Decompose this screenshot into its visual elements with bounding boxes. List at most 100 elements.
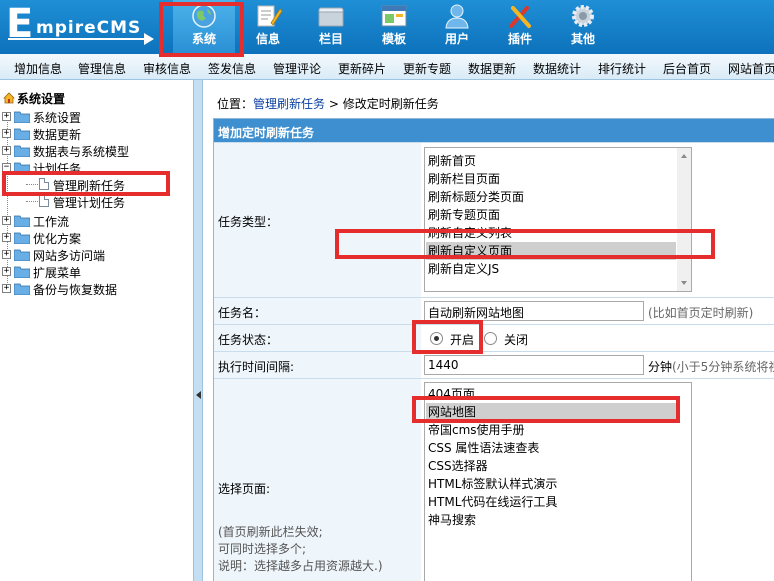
submenu-data-update[interactable]: 数据更新: [468, 60, 516, 77]
nav-other[interactable]: 其他: [552, 0, 614, 54]
refresh-task-form: 增加定时刷新任务 任务类型： 刷新首页 刷新栏目页面 刷新标题分类页面 刷新专题…: [213, 118, 774, 581]
task-type-option[interactable]: 刷新自定义JS: [428, 260, 499, 278]
nav-info[interactable]: 信息: [237, 0, 299, 54]
task-type-label: 任务类型：: [218, 215, 279, 229]
status-off-radio[interactable]: [484, 332, 497, 345]
nav-column[interactable]: 栏目: [300, 0, 362, 54]
sidebar-tree: 系统设置 + 系统设置 + 数据更新 + 数据表与系统模型 − 计划任务 管理刷…: [0, 80, 193, 581]
task-type-option[interactable]: 刷新自定义列表: [428, 224, 512, 242]
row-task-status: 任务状态： 开启 关闭: [214, 324, 774, 351]
interval-label: 执行时间间隔:: [218, 360, 295, 374]
page-option-selected[interactable]: 网站地图: [426, 403, 676, 421]
nav-user[interactable]: 用户: [426, 0, 488, 54]
document-icon: [39, 178, 49, 190]
row-interval: 执行时间间隔: 1440 分钟 (小于5分钟系统将视: [214, 351, 774, 378]
submenu-data-stats[interactable]: 数据统计: [533, 60, 581, 77]
empirecms-logo: E mpireCMS: [6, 4, 154, 46]
page-option[interactable]: 神马搜索: [428, 511, 476, 529]
page-option[interactable]: 404页面: [428, 385, 475, 403]
submenu-add-info[interactable]: 增加信息: [14, 60, 62, 77]
form-title: 增加定时刷新任务: [214, 119, 774, 142]
submenu-update-topics[interactable]: 更新专题: [403, 60, 451, 77]
top-header: E mpireCMS 系统 信息 栏目 模板 用户 插件 其他: [0, 0, 774, 54]
folder-icon: [14, 111, 30, 123]
globe-icon: [192, 4, 216, 28]
window-icon: [381, 5, 407, 27]
page-option[interactable]: HTML代码在线运行工具: [428, 493, 557, 511]
task-name-input[interactable]: 自动刷新网站地图: [424, 301, 644, 321]
submenu-manage-info[interactable]: 管理信息: [78, 60, 126, 77]
nav-template[interactable]: 模板: [363, 0, 425, 54]
gear-icon: [572, 5, 594, 27]
collapse-minus-icon[interactable]: −: [2, 163, 11, 172]
nav-plugin[interactable]: 插件: [489, 0, 551, 54]
status-on-label[interactable]: 开启: [450, 331, 474, 348]
folder-icon: [14, 266, 30, 278]
row-pages: 选择页面: (首页刷新此栏失效; 可同时选择多个; 说明：选择越多占用资源越大.…: [214, 378, 774, 581]
breadcrumb-link[interactable]: 管理刷新任务: [253, 97, 325, 111]
submenu-update-fragments[interactable]: 更新碎片: [338, 60, 386, 77]
expand-plus-icon[interactable]: +: [2, 250, 11, 259]
breadcrumb: 位置：管理刷新任务 > 修改定时刷新任务: [217, 97, 439, 111]
scroll-up-icon[interactable]: [681, 154, 687, 158]
sidebar-splitter[interactable]: [193, 80, 203, 581]
folder-icon: [14, 145, 30, 157]
expand-plus-icon[interactable]: +: [2, 284, 11, 293]
folder-icon: [318, 7, 344, 27]
nav-system[interactable]: 系统: [173, 0, 235, 54]
page-option[interactable]: 帝国cms使用手册: [428, 421, 525, 439]
note-pencil-icon: [257, 5, 283, 27]
expand-plus-icon[interactable]: +: [2, 233, 11, 242]
interval-hint: (小于5分钟系统将视: [672, 360, 774, 374]
row-task-name: 任务名： 自动刷新网站地图 (比如首页定时刷新): [214, 297, 774, 324]
row-task-type: 任务类型： 刷新首页 刷新栏目页面 刷新标题分类页面 刷新专题页面 刷新自定义列…: [214, 142, 774, 297]
submenu-manage-comments[interactable]: 管理评论: [273, 60, 321, 77]
task-name-hint: (比如首页定时刷新): [648, 306, 754, 320]
sub-menu: 增加信息 管理信息 审核信息 签发信息 管理评论 更新碎片 更新专题 数据更新 …: [0, 54, 774, 80]
submenu-rank-stats[interactable]: 排行统计: [598, 60, 646, 77]
interval-unit: 分钟: [648, 360, 673, 374]
expand-plus-icon[interactable]: +: [2, 267, 11, 276]
user-icon: [445, 4, 469, 29]
task-type-option[interactable]: 刷新首页: [428, 152, 476, 170]
tree-root: 系统设置: [3, 90, 65, 107]
folder-icon: [14, 232, 30, 244]
status-off-label[interactable]: 关闭: [504, 331, 528, 348]
expand-plus-icon[interactable]: +: [2, 112, 11, 121]
page-option[interactable]: CSS 属性语法速查表: [428, 439, 539, 457]
document-icon: [39, 195, 49, 207]
folder-icon: [14, 283, 30, 295]
task-status-label: 任务状态：: [218, 333, 279, 347]
page-option[interactable]: CSS选择器: [428, 457, 488, 475]
scroll-down-icon[interactable]: [681, 281, 687, 285]
submenu-sign-info[interactable]: 签发信息: [208, 60, 256, 77]
submenu-site-home[interactable]: 网站首页: [728, 60, 774, 77]
expand-plus-icon[interactable]: +: [2, 146, 11, 155]
submenu-review-info[interactable]: 审核信息: [143, 60, 191, 77]
task-type-option-selected[interactable]: 刷新自定义页面: [426, 242, 676, 260]
pages-list[interactable]: 404页面 网站地图 帝国cms使用手册 CSS 属性语法速查表 CSS选择器 …: [424, 382, 692, 581]
task-name-label: 任务名：: [218, 306, 267, 320]
task-type-option[interactable]: 刷新专题页面: [428, 206, 500, 224]
breadcrumb-current: 修改定时刷新任务: [342, 97, 439, 111]
pages-note: (首页刷新此栏失效; 可同时选择多个; 说明：选择越多占用资源越大.): [218, 525, 383, 573]
task-type-option[interactable]: 刷新标题分类页面: [428, 188, 524, 206]
task-type-option[interactable]: 刷新栏目页面: [428, 170, 500, 188]
status-on-radio[interactable]: [430, 332, 443, 345]
expand-plus-icon[interactable]: +: [2, 216, 11, 225]
submenu-admin-home[interactable]: 后台首页: [663, 60, 711, 77]
expand-plus-icon[interactable]: +: [2, 129, 11, 138]
tools-icon: [509, 6, 531, 28]
folder-icon: [14, 215, 30, 227]
folder-open-icon: [14, 162, 30, 174]
task-type-list[interactable]: 刷新首页 刷新栏目页面 刷新标题分类页面 刷新专题页面 刷新自定义列表 刷新自定…: [424, 147, 692, 292]
folder-icon: [14, 128, 30, 140]
home-icon: [3, 92, 15, 104]
folder-icon: [14, 249, 30, 261]
task-type-scrollbar[interactable]: [677, 148, 691, 291]
main-content: 位置：管理刷新任务 > 修改定时刷新任务 增加定时刷新任务 任务类型： 刷新首页…: [203, 80, 774, 581]
collapse-arrow-icon[interactable]: [196, 391, 201, 399]
pages-label: 选择页面:: [218, 482, 271, 496]
page-option[interactable]: HTML标签默认样式演示: [428, 475, 557, 493]
interval-input[interactable]: 1440: [424, 355, 644, 375]
